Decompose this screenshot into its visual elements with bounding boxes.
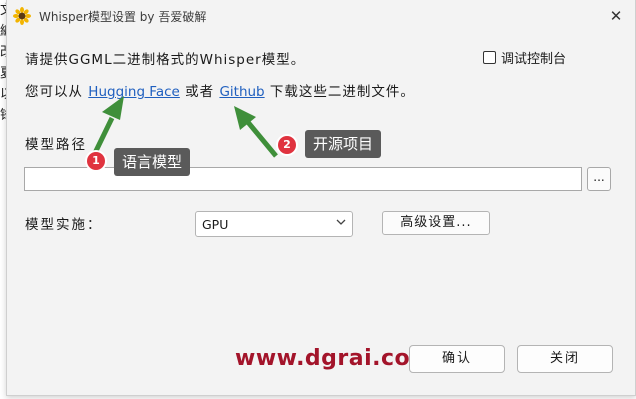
model-impl-selected: GPU bbox=[202, 217, 229, 232]
annotation-tag-language-model: 语言模型 bbox=[114, 148, 191, 176]
model-impl-select[interactable]: GPU bbox=[195, 211, 353, 237]
window-title: Whisper模型设置 by 吾爱破解 bbox=[39, 10, 207, 24]
debug-console-checkbox[interactable]: 调试控制台 bbox=[483, 48, 566, 67]
github-link[interactable]: Github bbox=[219, 84, 264, 100]
checkbox-box[interactable] bbox=[483, 51, 496, 64]
advanced-settings-button[interactable]: 高级设置... bbox=[382, 211, 490, 235]
browse-button[interactable]: ... bbox=[587, 167, 611, 191]
titlebar[interactable]: Whisper模型设置 by 吾爱破解 ✕ bbox=[7, 0, 635, 32]
close-button[interactable]: 关闭 bbox=[517, 345, 613, 373]
intro-mid: 或者 bbox=[179, 84, 220, 100]
model-impl-label: 模型实施： bbox=[25, 217, 103, 233]
intro-line2: 您可以从 Hugging Face 或者 Github 下载这些二进制文件。 bbox=[25, 80, 415, 100]
watermark: www.dgrai.com bbox=[235, 346, 434, 371]
chevron-down-icon bbox=[336, 217, 346, 230]
settings-dialog: Whisper模型设置 by 吾爱破解 ✕ 请提供GGML二进制格式的Whisp… bbox=[6, 0, 636, 396]
intro-prefix: 您可以从 bbox=[25, 84, 89, 100]
annotation-tag-open-source: 开源项目 bbox=[305, 130, 382, 158]
close-icon[interactable]: ✕ bbox=[605, 5, 627, 27]
sunflower-icon bbox=[13, 7, 31, 25]
confirm-button[interactable]: 确认 bbox=[409, 345, 505, 373]
intro-suffix: 下载这些二进制文件。 bbox=[264, 84, 415, 100]
model-path-input[interactable] bbox=[24, 167, 582, 191]
annotation-badge-1: 1 bbox=[87, 152, 105, 170]
annotation-badge-2: 2 bbox=[278, 136, 296, 154]
model-path-label: 模型路径 bbox=[25, 137, 87, 153]
hugging-face-link[interactable]: Hugging Face bbox=[88, 84, 180, 100]
intro-line1: 请提供GGML二进制格式的Whisper模型。 bbox=[25, 52, 306, 68]
debug-console-label: 调试控制台 bbox=[501, 52, 567, 67]
